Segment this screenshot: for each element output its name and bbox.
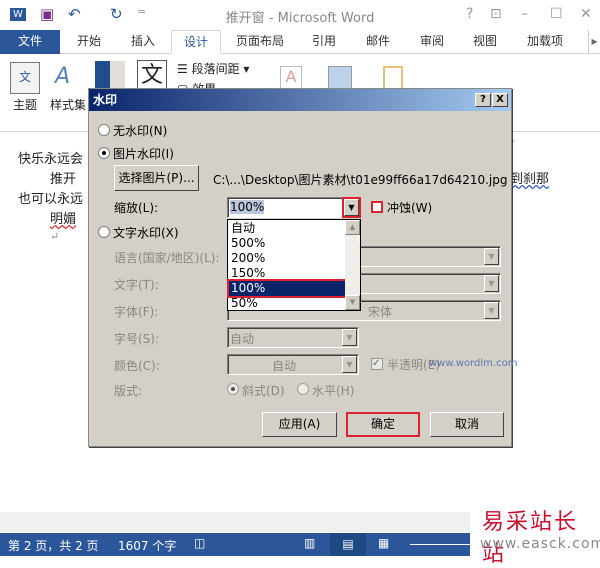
theme-button[interactable]: 主题 — [13, 96, 37, 113]
tab-view[interactable]: 视图 — [465, 30, 505, 54]
site-watermark: 易采站长站 www.easck.com — [470, 500, 600, 567]
web-layout-icon[interactable]: ▦ — [378, 536, 389, 550]
tab-references[interactable]: 引用 — [304, 30, 344, 54]
ribbon-tabs: 文件 开始 插入 设计 页面布局 引用 邮件 审阅 视图 加载项 ▸ — [0, 30, 600, 54]
color-label: 颜色(C): — [114, 359, 160, 373]
minimize-icon[interactable]: – — [521, 6, 528, 22]
text-watermark-radio[interactable] — [98, 226, 110, 238]
dialog-site-watermark: www.wordlm.com — [429, 358, 518, 369]
tabs-scroll-right[interactable]: ▸ — [588, 30, 600, 54]
scale-option-100[interactable]: 100% — [227, 279, 347, 298]
size-value: 自动 — [230, 332, 255, 346]
page-count[interactable]: 第 2 页，共 2 页 — [8, 537, 99, 554]
scale-option-200[interactable]: 200% — [229, 251, 345, 266]
scale-combobox[interactable]: 100% ▼ — [227, 197, 361, 218]
chevron-down-icon[interactable]: ▼ — [484, 302, 499, 319]
scroll-up-icon[interactable]: ▲ — [345, 220, 360, 235]
picture-watermark-label[interactable]: 图片水印(I) — [113, 145, 174, 162]
doc-line: 快乐永远会 — [18, 152, 84, 167]
apply-button[interactable]: 应用(A) — [262, 412, 337, 437]
layout-label: 版式: — [114, 384, 143, 398]
watermark-dialog: 水印 ? X 无水印(N) 图片水印(I) 选择图片(P)... C:\...\… — [88, 88, 517, 447]
text-label: 文字(T): — [114, 278, 159, 292]
tab-mailings[interactable]: 邮件 — [358, 30, 398, 54]
scale-label: 缩放(L): — [114, 201, 159, 215]
chevron-down-icon[interactable]: ▼ — [342, 356, 357, 373]
font-label: 字体(F): — [114, 305, 159, 319]
dialog-close-button[interactable]: X — [492, 93, 508, 107]
paragraph-spacing-label: 段落间距 — [191, 62, 240, 76]
tab-file[interactable]: 文件 — [0, 30, 60, 54]
font-value: 宋体 — [368, 305, 393, 319]
close-icon[interactable]: ✕ — [580, 6, 592, 22]
read-mode-icon[interactable]: ▥ — [304, 536, 315, 550]
washout-label[interactable]: 冲蚀(W) — [387, 199, 432, 216]
no-watermark-label[interactable]: 无水印(N) — [113, 122, 167, 139]
print-layout-icon[interactable]: ▤ — [330, 533, 366, 556]
diagonal-label[interactable]: 斜式(D) — [242, 382, 285, 399]
styleset-button[interactable]: 样式集 — [50, 96, 86, 113]
diagonal-radio[interactable] — [227, 383, 239, 395]
restore-ribbon-icon[interactable]: ⊡ — [490, 6, 502, 22]
no-watermark-radio[interactable] — [98, 124, 110, 136]
picture-path: C:\...\Desktop\图片素材\t01e99ff66a17d64210.… — [213, 173, 508, 187]
dropdown-scrollbar[interactable]: ▲ ▼ — [345, 220, 360, 310]
scale-option-150[interactable]: 150% — [229, 266, 345, 281]
doc-line: 到刹那 — [510, 172, 550, 187]
chevron-down-icon[interactable]: ▼ — [484, 275, 499, 292]
chevron-down-icon[interactable]: ▼ — [342, 329, 357, 346]
language-label: 语言(国家/地区)(L): — [114, 251, 220, 265]
paragraph-spacing-button[interactable]: ☰ 段落间距 ▾ — [177, 60, 249, 77]
cancel-button[interactable]: 取消 — [430, 412, 504, 437]
tab-addins[interactable]: 加载项 — [520, 30, 570, 54]
styleset-icon: A — [55, 64, 71, 89]
color-combobox[interactable]: 自动 ▼ — [227, 354, 359, 375]
semitransparent-checkbox[interactable]: ✓ — [371, 358, 383, 370]
text-watermark-label[interactable]: 文字水印(X) — [113, 224, 179, 241]
scale-dropdown-arrow[interactable]: ▼ — [342, 197, 361, 218]
scroll-down-icon[interactable]: ▼ — [345, 295, 360, 310]
horizontal-radio[interactable] — [297, 383, 309, 395]
size-label: 字号(S): — [114, 332, 160, 346]
tab-design[interactable]: 设计 — [171, 30, 221, 54]
scale-option-50[interactable]: 50% — [229, 296, 345, 311]
size-combobox[interactable]: 自动 ▼ — [227, 327, 359, 348]
horizontal-label[interactable]: 水平(H) — [312, 382, 354, 399]
doc-line: 推开 — [50, 172, 77, 187]
tab-home[interactable]: 开始 — [66, 30, 112, 54]
tab-layout[interactable]: 页面布局 — [228, 30, 292, 54]
proofing-icon[interactable]: ◫ — [194, 536, 205, 550]
scale-value[interactable]: 100% — [230, 200, 265, 214]
scale-option-auto[interactable]: 自动 — [229, 221, 345, 236]
dialog-title-text: 水印 — [93, 93, 118, 107]
scale-dropdown-list: 自动 500% 200% 150% 100% 50% ▲ ▼ — [227, 219, 361, 311]
colors-icon[interactable] — [95, 61, 125, 91]
word-count[interactable]: 1607 个字 — [118, 537, 176, 554]
scale-option-500[interactable]: 500% — [229, 236, 345, 251]
theme-icon[interactable]: 文 — [10, 62, 40, 94]
tab-review[interactable]: 审阅 — [412, 30, 452, 54]
ok-button[interactable]: 确定 — [346, 412, 420, 437]
doc-line: 明媚 — [50, 212, 77, 227]
doc-line: 也可以永远 — [18, 192, 84, 207]
select-picture-button[interactable]: 选择图片(P)... — [114, 165, 199, 191]
chevron-down-icon[interactable]: ▼ — [484, 248, 499, 265]
washout-checkbox[interactable] — [371, 201, 383, 213]
picture-watermark-radio[interactable] — [98, 147, 110, 159]
site-url: www.easck.com — [480, 536, 600, 552]
tab-insert[interactable]: 插入 — [120, 30, 166, 54]
dialog-title: 水印 — [89, 89, 511, 111]
window-title: 推开窗 - Microsoft Word — [225, 11, 375, 26]
paragraph-mark: ↵ — [50, 230, 60, 243]
dialog-help-button[interactable]: ? — [475, 93, 491, 107]
title-bar: W ▣ ↶ ↻ = 推开窗 - Microsoft Word ? ⊡ – ☐ ✕ — [0, 0, 600, 30]
zoom-slider[interactable] — [410, 544, 470, 545]
color-value: 自动 — [272, 359, 297, 373]
maximize-icon[interactable]: ☐ — [550, 6, 563, 22]
help-icon[interactable]: ? — [466, 6, 473, 22]
